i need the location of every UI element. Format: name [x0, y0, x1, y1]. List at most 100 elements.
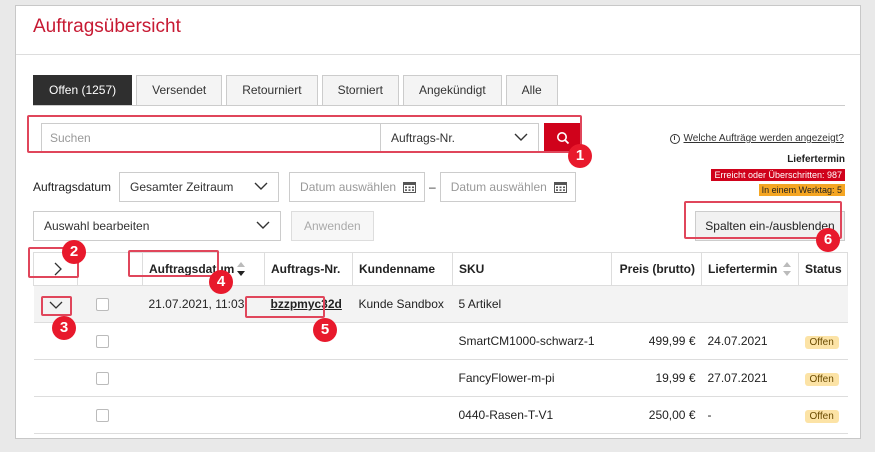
status-tabs: Offen (1257) Versendet Retourniert Storn… — [33, 75, 562, 105]
tab-offen[interactable]: Offen (1257) — [33, 75, 133, 105]
sku-cell: 0440-Rasen-T-V1 — [452, 396, 612, 434]
bulk-action-row: Auswahl bearbeiten Anwenden — [33, 211, 374, 241]
calendar-icon — [403, 182, 417, 193]
order-number-header: Auftrags-Nr. — [264, 252, 353, 286]
order-date-header[interactable]: Auftragsdatum — [142, 252, 265, 286]
search-field-select[interactable]: Auftrags-Nr. — [381, 123, 539, 153]
info-icon: i — [669, 133, 680, 144]
empty-cell — [264, 359, 353, 397]
empty-cell — [142, 359, 265, 397]
which-orders-link[interactable]: i Welche Aufträge werden angezeigt? — [669, 133, 844, 144]
chevron-right-icon — [54, 262, 62, 276]
status-cell — [798, 285, 848, 323]
price-header: Preis (brutto) — [611, 252, 702, 286]
callout-3: 3 — [52, 316, 76, 340]
select-header — [77, 252, 143, 286]
delivery-summary: Liefertermin Erreicht oder Überschritten… — [711, 154, 845, 196]
date-range-select[interactable]: Gesamter Zeitraum — [119, 172, 280, 202]
overdue-badge[interactable]: Erreicht oder Überschritten: 987 — [711, 169, 845, 181]
empty-cell — [352, 396, 453, 434]
apply-button[interactable]: Anwenden — [291, 211, 374, 241]
table-row: 0440-Rasen-T-V1 250,00 € - Offen — [33, 396, 848, 434]
chevron-down-icon — [256, 221, 270, 229]
chevron-down-icon — [254, 182, 268, 190]
bulk-action-value: Auswahl bearbeiten — [44, 219, 150, 233]
table-row: FancyFlower-m-pi 19,99 € 27.07.2021 Offe… — [33, 359, 848, 397]
chevron-down-icon — [49, 301, 62, 309]
title-divider — [16, 54, 860, 55]
item-select-cell — [77, 396, 143, 434]
price-cell: 19,99 € — [611, 359, 702, 397]
sku-header: SKU — [452, 252, 612, 286]
status-badge: Offen — [804, 335, 839, 349]
sku-cell: FancyFlower-m-pi — [452, 359, 612, 397]
status-badge: Offen — [804, 372, 839, 386]
orders-panel: Auftragsübersicht Offen (1257) Versendet… — [15, 5, 861, 439]
date-to-placeholder: Datum auswählen — [450, 180, 547, 194]
tab-versendet[interactable]: Versendet — [136, 75, 223, 105]
customer-cell: Kunde Sandbox — [352, 285, 453, 323]
delivery-cell: 27.07.2021 — [701, 359, 799, 397]
delivery-header[interactable]: Liefertermin — [701, 252, 799, 286]
price-cell: 499,99 € — [611, 322, 702, 360]
status-cell: Offen — [798, 322, 848, 360]
status-cell: Offen — [798, 396, 848, 434]
item-select-cell — [77, 359, 143, 397]
price-cell — [611, 285, 702, 323]
order-group-row: 21.07.2021, 11:03 bzzpmyc32d Kunde Sandb… — [33, 285, 848, 323]
sku-cell: SmartCM1000-schwarz-1 — [452, 322, 612, 360]
date-to-input[interactable]: Datum auswählen — [439, 172, 576, 202]
sku-cell: 5 Artikel — [452, 285, 612, 323]
search-bar: Auftrags-Nr. — [41, 123, 582, 153]
search-field-value: Auftrags-Nr. — [391, 131, 456, 145]
sort-icon — [783, 262, 792, 277]
tab-storniert[interactable]: Storniert — [321, 75, 399, 105]
empty-cell — [142, 396, 265, 434]
callout-6: 6 — [816, 228, 840, 252]
spacer-cell — [33, 396, 78, 434]
bulk-action-select[interactable]: Auswahl bearbeiten — [33, 211, 281, 241]
table-header-row: Auftragsdatum Auftrags-Nr. Kundenname SK… — [33, 252, 848, 286]
tab-alle[interactable]: Alle — [505, 75, 558, 105]
expand-order-toggle[interactable] — [33, 285, 78, 323]
order-date-label: Auftragsdatum — [33, 180, 112, 194]
tabs-divider — [33, 105, 845, 106]
empty-cell — [264, 322, 353, 360]
status-header: Status — [798, 252, 848, 286]
date-from-input[interactable]: Datum auswählen — [289, 172, 426, 202]
item-checkbox[interactable] — [95, 372, 109, 386]
page-title: Auftragsübersicht — [33, 16, 181, 37]
empty-cell — [352, 359, 453, 397]
delivery-header-label: Liefertermin — [708, 261, 778, 276]
delivery-cell: 24.07.2021 — [701, 322, 799, 360]
which-orders-label: Welche Aufträge werden angezeigt? — [683, 133, 844, 144]
tab-angekuendigt[interactable]: Angekündigt — [402, 75, 502, 105]
chevron-down-icon — [514, 133, 528, 141]
delivery-summary-title: Liefertermin — [787, 154, 845, 165]
table-row: SmartCM1000-schwarz-1 499,99 € 24.07.202… — [33, 322, 848, 360]
one-day-badge[interactable]: In einem Werktag: 5 — [758, 184, 845, 196]
delivery-cell — [701, 285, 799, 323]
delivery-cell: - — [701, 396, 799, 434]
tab-retourniert[interactable]: Retourniert — [226, 75, 318, 105]
empty-cell — [352, 322, 453, 360]
orders-table: Auftragsdatum Auftrags-Nr. Kundenname SK… — [33, 252, 848, 434]
callout-2: 2 — [62, 240, 86, 264]
order-number-cell: bzzpmyc32d — [264, 285, 353, 323]
order-number-link[interactable]: bzzpmyc32d — [271, 297, 342, 311]
status-badge: Offen — [804, 409, 839, 423]
callout-4: 4 — [209, 270, 233, 294]
customer-header: Kundenname — [352, 252, 453, 286]
callout-5: 5 — [313, 318, 337, 342]
search-input[interactable] — [41, 123, 381, 153]
spacer-cell — [33, 359, 78, 397]
sort-icon — [237, 262, 246, 277]
order-checkbox[interactable] — [95, 298, 109, 312]
empty-cell — [264, 396, 353, 434]
item-checkbox[interactable] — [95, 335, 109, 349]
date-range-value: Gesamter Zeitraum — [130, 180, 234, 194]
callout-1: 1 — [568, 144, 592, 168]
order-select-cell — [77, 285, 143, 323]
date-from-placeholder: Datum auswählen — [300, 180, 397, 194]
item-checkbox[interactable] — [95, 409, 109, 423]
